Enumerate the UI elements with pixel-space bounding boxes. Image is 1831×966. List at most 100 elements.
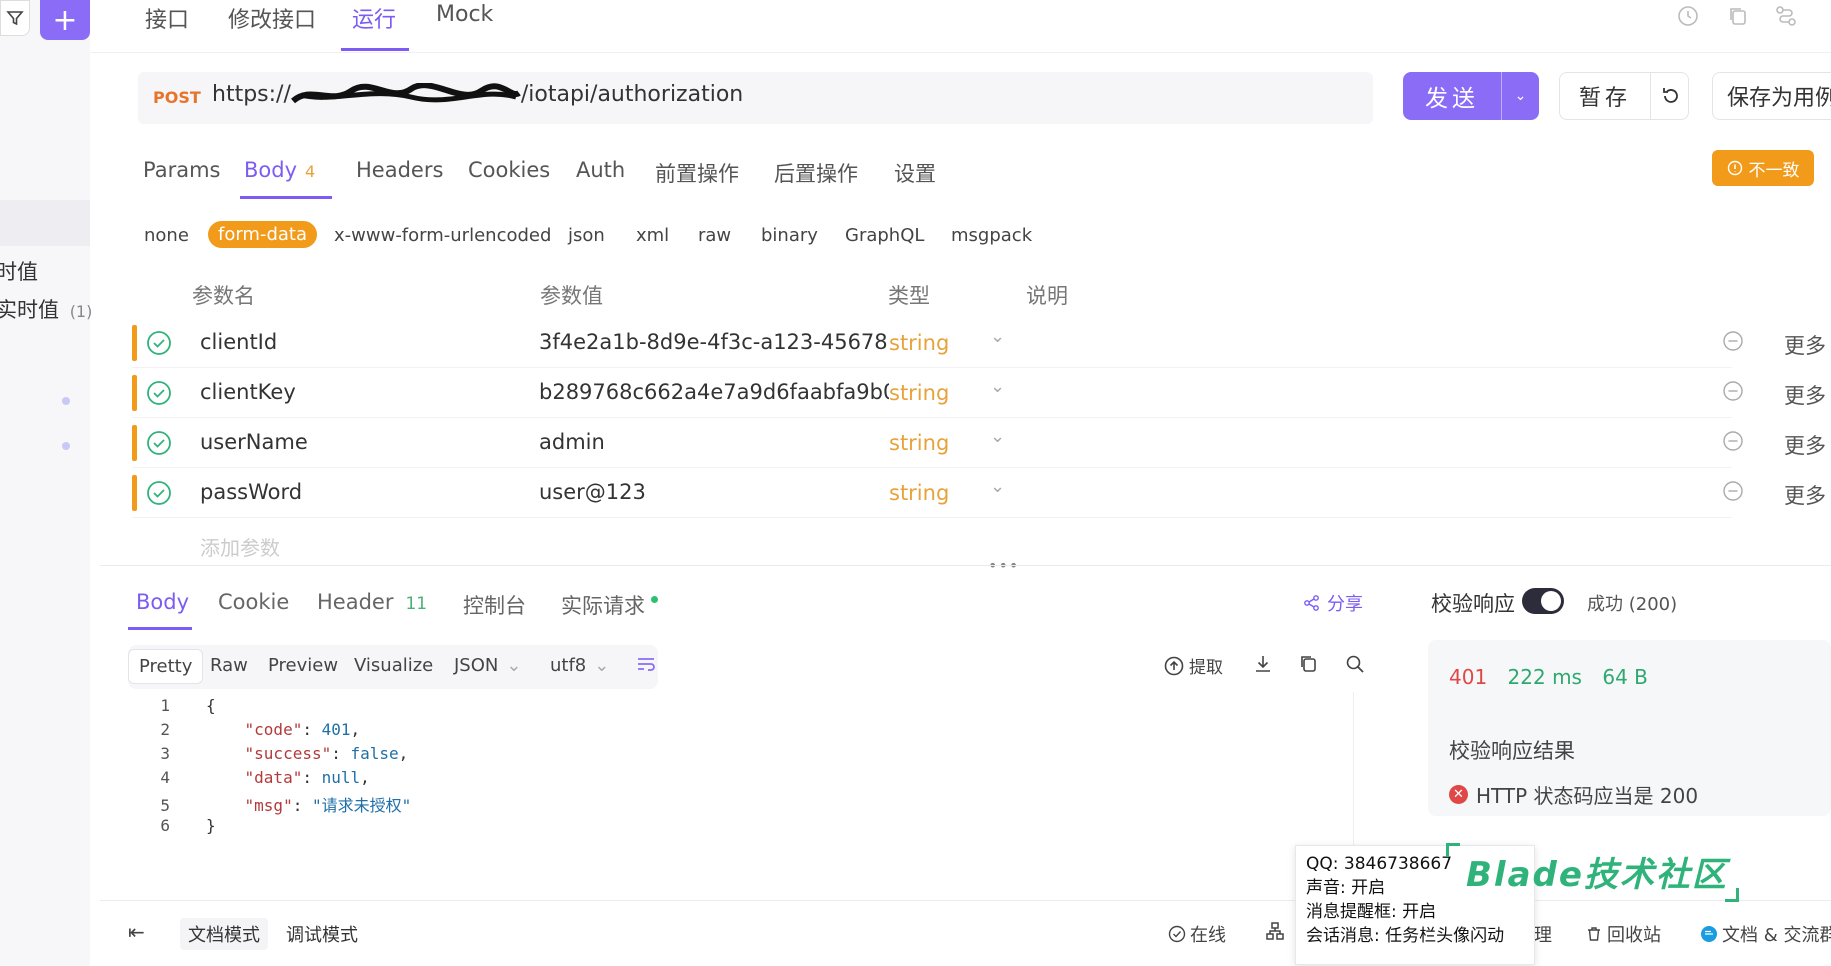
check-circle-icon xyxy=(1168,925,1186,943)
chevron-down-icon[interactable]: ⌄ xyxy=(990,476,1005,497)
send-button[interactable]: 发送 ⌄ xyxy=(1403,72,1539,120)
remove-icon[interactable] xyxy=(1722,430,1744,452)
method-label[interactable]: POST xyxy=(153,88,201,107)
resp-tab-actual-request[interactable]: 实际请求 xyxy=(561,590,658,620)
tab-edit-interface[interactable]: 修改接口 xyxy=(228,2,316,34)
chevron-down-icon[interactable]: ⌄ xyxy=(1501,72,1539,120)
tab-settings[interactable]: 设置 xyxy=(894,158,936,188)
mismatch-badge[interactable]: 不一致 xyxy=(1712,150,1814,186)
clock-icon[interactable] xyxy=(1676,4,1700,28)
param-type[interactable]: string xyxy=(889,431,949,455)
remove-icon[interactable] xyxy=(1722,380,1744,402)
more-button[interactable]: 更多 xyxy=(1784,380,1826,410)
collapse-sidebar-icon[interactable]: ⇤ xyxy=(128,920,145,944)
recycle-bin-button[interactable]: 回收站 xyxy=(1585,921,1661,947)
column-header-value: 参数值 xyxy=(540,284,603,308)
format-pretty[interactable]: Pretty xyxy=(128,649,204,684)
remove-icon[interactable] xyxy=(1722,480,1744,502)
url-input[interactable]: https:// /iotapi/authorization xyxy=(212,82,743,107)
body-type-urlencoded[interactable]: x-www-form-urlencoded xyxy=(334,225,551,246)
share-button[interactable]: 分享 xyxy=(1303,590,1363,616)
copy-icon[interactable] xyxy=(1298,653,1320,675)
verify-toggle[interactable] xyxy=(1522,588,1564,614)
debug-mode-button[interactable]: 调试模式 xyxy=(278,918,366,950)
body-type-binary[interactable]: binary xyxy=(761,225,818,246)
lang-select[interactable]: JSON ⌄ xyxy=(444,649,531,682)
resp-tab-body[interactable]: Body xyxy=(136,590,189,614)
chevron-down-icon[interactable]: ⌄ xyxy=(990,376,1005,397)
remove-icon[interactable] xyxy=(1722,330,1744,352)
format-raw[interactable]: Raw xyxy=(200,649,258,682)
resp-tab-cookie[interactable]: Cookie xyxy=(218,590,289,614)
param-value[interactable]: admin xyxy=(539,430,889,454)
param-name[interactable]: clientId xyxy=(200,330,277,354)
param-value[interactable]: user@123 xyxy=(539,480,889,504)
resp-tab-console[interactable]: 控制台 xyxy=(463,590,526,620)
tab-auth[interactable]: Auth xyxy=(576,158,625,182)
chevron-down-icon[interactable]: ⌄ xyxy=(990,426,1005,447)
tab-interface[interactable]: 接口 xyxy=(145,2,189,34)
line-number: 5 xyxy=(160,796,170,815)
body-type-msgpack[interactable]: msgpack xyxy=(951,225,1032,246)
tab-run[interactable]: 运行 xyxy=(352,2,396,34)
manage-label[interactable]: 理 xyxy=(1534,921,1552,947)
more-button[interactable]: 更多 xyxy=(1784,330,1826,360)
check-circle-icon[interactable] xyxy=(146,330,172,356)
flow-icon[interactable] xyxy=(1774,4,1798,28)
encoding-select[interactable]: utf8 ⌄ xyxy=(540,649,619,682)
online-status[interactable]: 在线 xyxy=(1168,921,1226,947)
format-visualize[interactable]: Visualize xyxy=(344,649,443,682)
code-line: 6} xyxy=(150,816,215,840)
param-name[interactable]: passWord xyxy=(200,480,302,504)
param-value[interactable]: 3f4e2a1b-8d9e-4f3c-a123-456789ab xyxy=(539,330,889,354)
more-button[interactable]: 更多 xyxy=(1784,430,1826,460)
add-param-input[interactable]: 添加参数 xyxy=(200,532,280,561)
param-value[interactable]: b289768c662a4e7a9d6faabfa9b0d4a xyxy=(539,380,889,404)
manage-button[interactable] xyxy=(1265,921,1285,941)
reset-icon[interactable] xyxy=(1650,73,1690,119)
param-type[interactable]: string xyxy=(889,381,949,405)
tab-body[interactable]: Body 4 xyxy=(244,158,315,182)
format-preview[interactable]: Preview xyxy=(258,649,348,682)
doc-mode-button[interactable]: 文档模式 xyxy=(180,918,268,950)
save-as-case-button[interactable]: 保存为用例 xyxy=(1712,72,1831,120)
tab-post-actions[interactable]: 后置操作 xyxy=(774,158,858,188)
draft-button[interactable]: 暂存 xyxy=(1559,72,1689,120)
check-circle-icon[interactable] xyxy=(146,430,172,456)
param-name[interactable]: userName xyxy=(200,430,308,454)
param-name[interactable]: clientKey xyxy=(200,380,296,404)
extract-button[interactable]: 提取 xyxy=(1163,653,1223,678)
chevron-down-icon[interactable]: ⌄ xyxy=(990,326,1005,347)
body-type-graphql[interactable]: GraphQL xyxy=(845,225,924,246)
check-circle-icon[interactable] xyxy=(146,480,172,506)
tab-pre-actions[interactable]: 前置操作 xyxy=(655,158,739,188)
add-button[interactable]: + xyxy=(40,0,90,40)
docs-community-button[interactable]: 文档 & 交流群 xyxy=(1700,921,1831,947)
active-tab-indicator xyxy=(240,196,332,199)
body-type-none[interactable]: none xyxy=(144,225,189,246)
tab-cookies[interactable]: Cookies xyxy=(468,158,550,182)
sidebar-item-0[interactable]: 时值 xyxy=(0,256,38,286)
search-icon[interactable] xyxy=(1344,653,1366,675)
check-circle-icon[interactable] xyxy=(146,380,172,406)
download-icon[interactable] xyxy=(1252,653,1274,675)
tab-headers[interactable]: Headers xyxy=(356,158,443,182)
share-label: 分享 xyxy=(1327,594,1363,615)
filter-button[interactable] xyxy=(0,0,30,36)
divider xyxy=(132,517,1732,518)
body-type-xml[interactable]: xml xyxy=(636,225,669,246)
wrap-icon[interactable] xyxy=(634,652,658,676)
tab-label: Body xyxy=(244,158,298,182)
param-type[interactable]: string xyxy=(889,331,949,355)
tab-params[interactable]: Params xyxy=(143,158,221,182)
more-button[interactable]: 更多 xyxy=(1784,480,1826,510)
send-label: 发送 xyxy=(1425,86,1479,112)
body-type-json[interactable]: json xyxy=(568,225,605,246)
copy-icon[interactable] xyxy=(1726,4,1750,28)
tab-mock[interactable]: Mock xyxy=(436,2,493,27)
body-type-form-data[interactable]: form-data xyxy=(208,221,318,248)
param-type[interactable]: string xyxy=(889,481,949,505)
sidebar-item-1[interactable]: 实时值 (1) xyxy=(0,294,92,324)
resp-tab-header[interactable]: Header 11 xyxy=(317,590,427,614)
body-type-raw[interactable]: raw xyxy=(698,225,731,246)
